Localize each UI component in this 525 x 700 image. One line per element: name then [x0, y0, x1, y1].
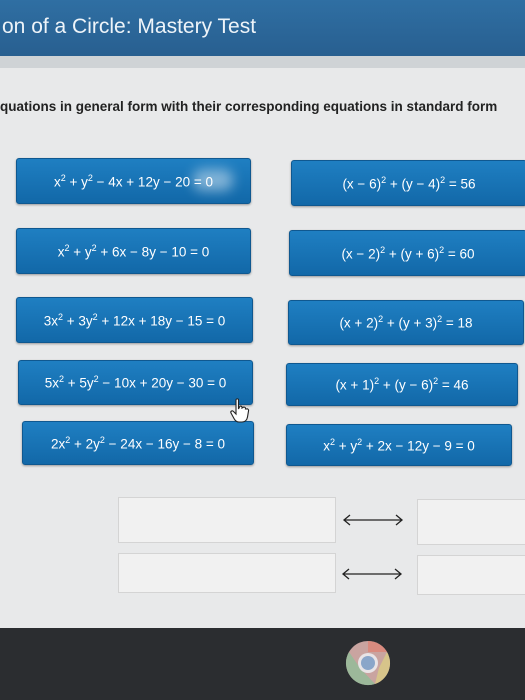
general-form-tile[interactable]: 5x2 + 5y2 − 10x + 20y − 30 = 0 — [18, 360, 253, 405]
hand-pointer-icon — [230, 398, 250, 423]
general-form-tile[interactable]: 2x2 + 2y2 − 24x − 16y − 8 = 0 — [22, 421, 254, 465]
taskbar — [0, 628, 525, 700]
left-drop-zone[interactable] — [118, 553, 336, 593]
right-drop-zone[interactable] — [417, 555, 525, 595]
equation-text: 5x2 + 5y2 − 10x + 20y − 30 = 0 — [44, 374, 227, 391]
double-arrow-icon — [341, 568, 403, 580]
double-arrow-icon — [342, 514, 404, 526]
chrome-icon[interactable] — [345, 640, 391, 686]
test-screen: on of a Circle: Mastery Test quations in… — [0, 0, 525, 628]
left-drop-zone[interactable] — [118, 497, 336, 543]
general-form-tile[interactable]: x2 + y2 + 6x − 8y − 10 = 0 — [16, 228, 251, 274]
standard-form-tile[interactable]: x2 + y2 + 2x − 12y − 9 = 0 — [286, 424, 512, 466]
standard-form-tile[interactable]: (x − 6)2 + (y − 4)2 = 56 — [291, 160, 525, 206]
standard-form-tile[interactable]: (x + 1)2 + (y − 6)2 = 46 — [286, 363, 518, 406]
equation-text: x2 + y2 + 6x − 8y − 10 = 0 — [57, 242, 210, 260]
equation-text: x2 + y2 − 4x + 12y − 20 = 0 — [53, 172, 213, 190]
equation-text: x2 + y2 + 2x − 12y − 9 = 0 — [323, 436, 475, 454]
standard-form-tile[interactable]: (x + 2)2 + (y + 3)2 = 18 — [288, 300, 524, 345]
equation-text: (x − 2)2 + (y + 6)2 = 60 — [341, 244, 475, 262]
equation-text: 2x2 + 2y2 − 24x − 16y − 8 = 0 — [50, 434, 226, 452]
instructions-text: quations in general form with their corr… — [0, 99, 498, 114]
right-drop-zone[interactable] — [417, 499, 525, 545]
equation-text: 3x2 + 3y2 + 12x + 18y − 15 = 0 — [43, 311, 226, 329]
page-title: on of a Circle: Mastery Test — [0, 0, 525, 56]
equation-text: (x − 6)2 + (y − 4)2 = 56 — [342, 174, 476, 192]
equation-text: (x + 2)2 + (y + 3)2 = 18 — [339, 314, 473, 331]
title-divider — [0, 56, 525, 68]
equation-text: (x + 1)2 + (y − 6)2 = 46 — [335, 376, 469, 393]
standard-form-tile[interactable]: (x − 2)2 + (y + 6)2 = 60 — [289, 230, 525, 276]
general-form-tile[interactable]: 3x2 + 3y2 + 12x + 18y − 15 = 0 — [16, 297, 253, 343]
general-form-tile[interactable]: x2 + y2 − 4x + 12y − 20 = 0 — [16, 158, 251, 204]
